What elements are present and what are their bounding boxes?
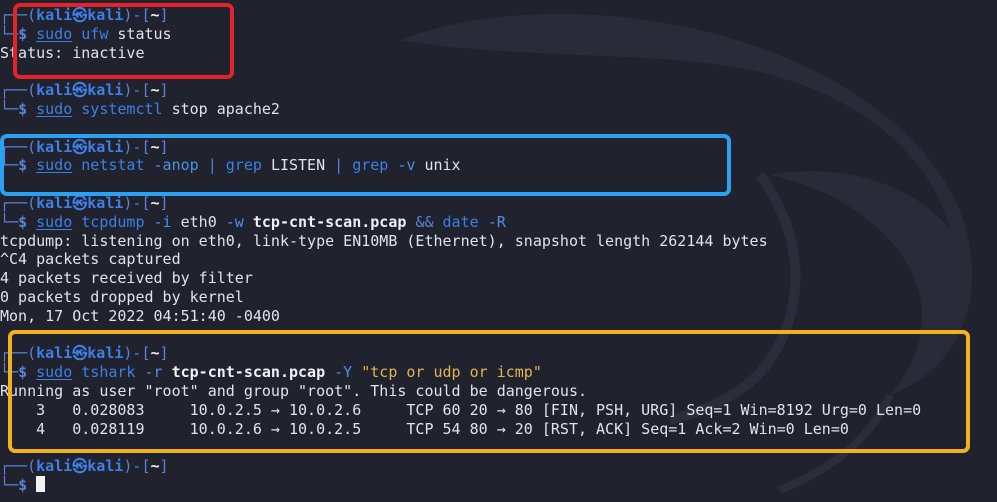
output-line: 0 packets dropped by kernel [0,287,244,306]
output-line: Running as user "root" and group "root".… [0,381,587,400]
prompt-line: ┌──(kali㉿kali)-[~] [0,6,169,24]
command-line: └─$ sudo netstat -anop | grep LISTEN | g… [0,156,461,175]
text-cursor [36,475,46,492]
input-line[interactable]: └─$ [0,475,997,495]
command-line: └─$ sudo systemctl stop apache2 [0,99,280,118]
output-line: tcpdump: listening on eth0, link-type EN… [0,231,768,250]
prompt-line: ┌──(kali㉿kali)-[~] [0,457,169,476]
output-line: ^C4 packets captured [0,250,181,269]
command-line: └─$ sudo ufw status [0,24,172,43]
command-line: └─$ sudo tshark -r tcp-cnt-scan.pcap -Y … [0,363,542,382]
prompt-line: ┌──(kali㉿kali)-[~] [0,137,169,156]
prompt-line: ┌──(kali㉿kali)-[~] [0,193,169,212]
prompt-line: ┌──(kali㉿kali)-[~] [0,81,169,100]
terminal-output[interactable]: ┌──(kali㉿kali)-[~] └─$ sudo ufw status S… [0,6,997,495]
output-line: 4 packets received by filter [0,269,253,288]
output-line: Status: inactive [0,43,145,62]
output-line: Mon, 17 Oct 2022 04:51:40 -0400 [0,306,280,325]
packet-row: 3 0.028083 10.0.2.5 → 10.0.2.6 TCP 60 20… [0,400,922,419]
packet-row: 4 0.028119 10.0.2.6 → 10.0.2.5 TCP 54 80… [0,419,849,438]
prompt-line: ┌──(kali㉿kali)-[~] [0,344,169,363]
command-line: └─$ sudo tcpdump -i eth0 -w tcp-cnt-scan… [0,212,506,231]
